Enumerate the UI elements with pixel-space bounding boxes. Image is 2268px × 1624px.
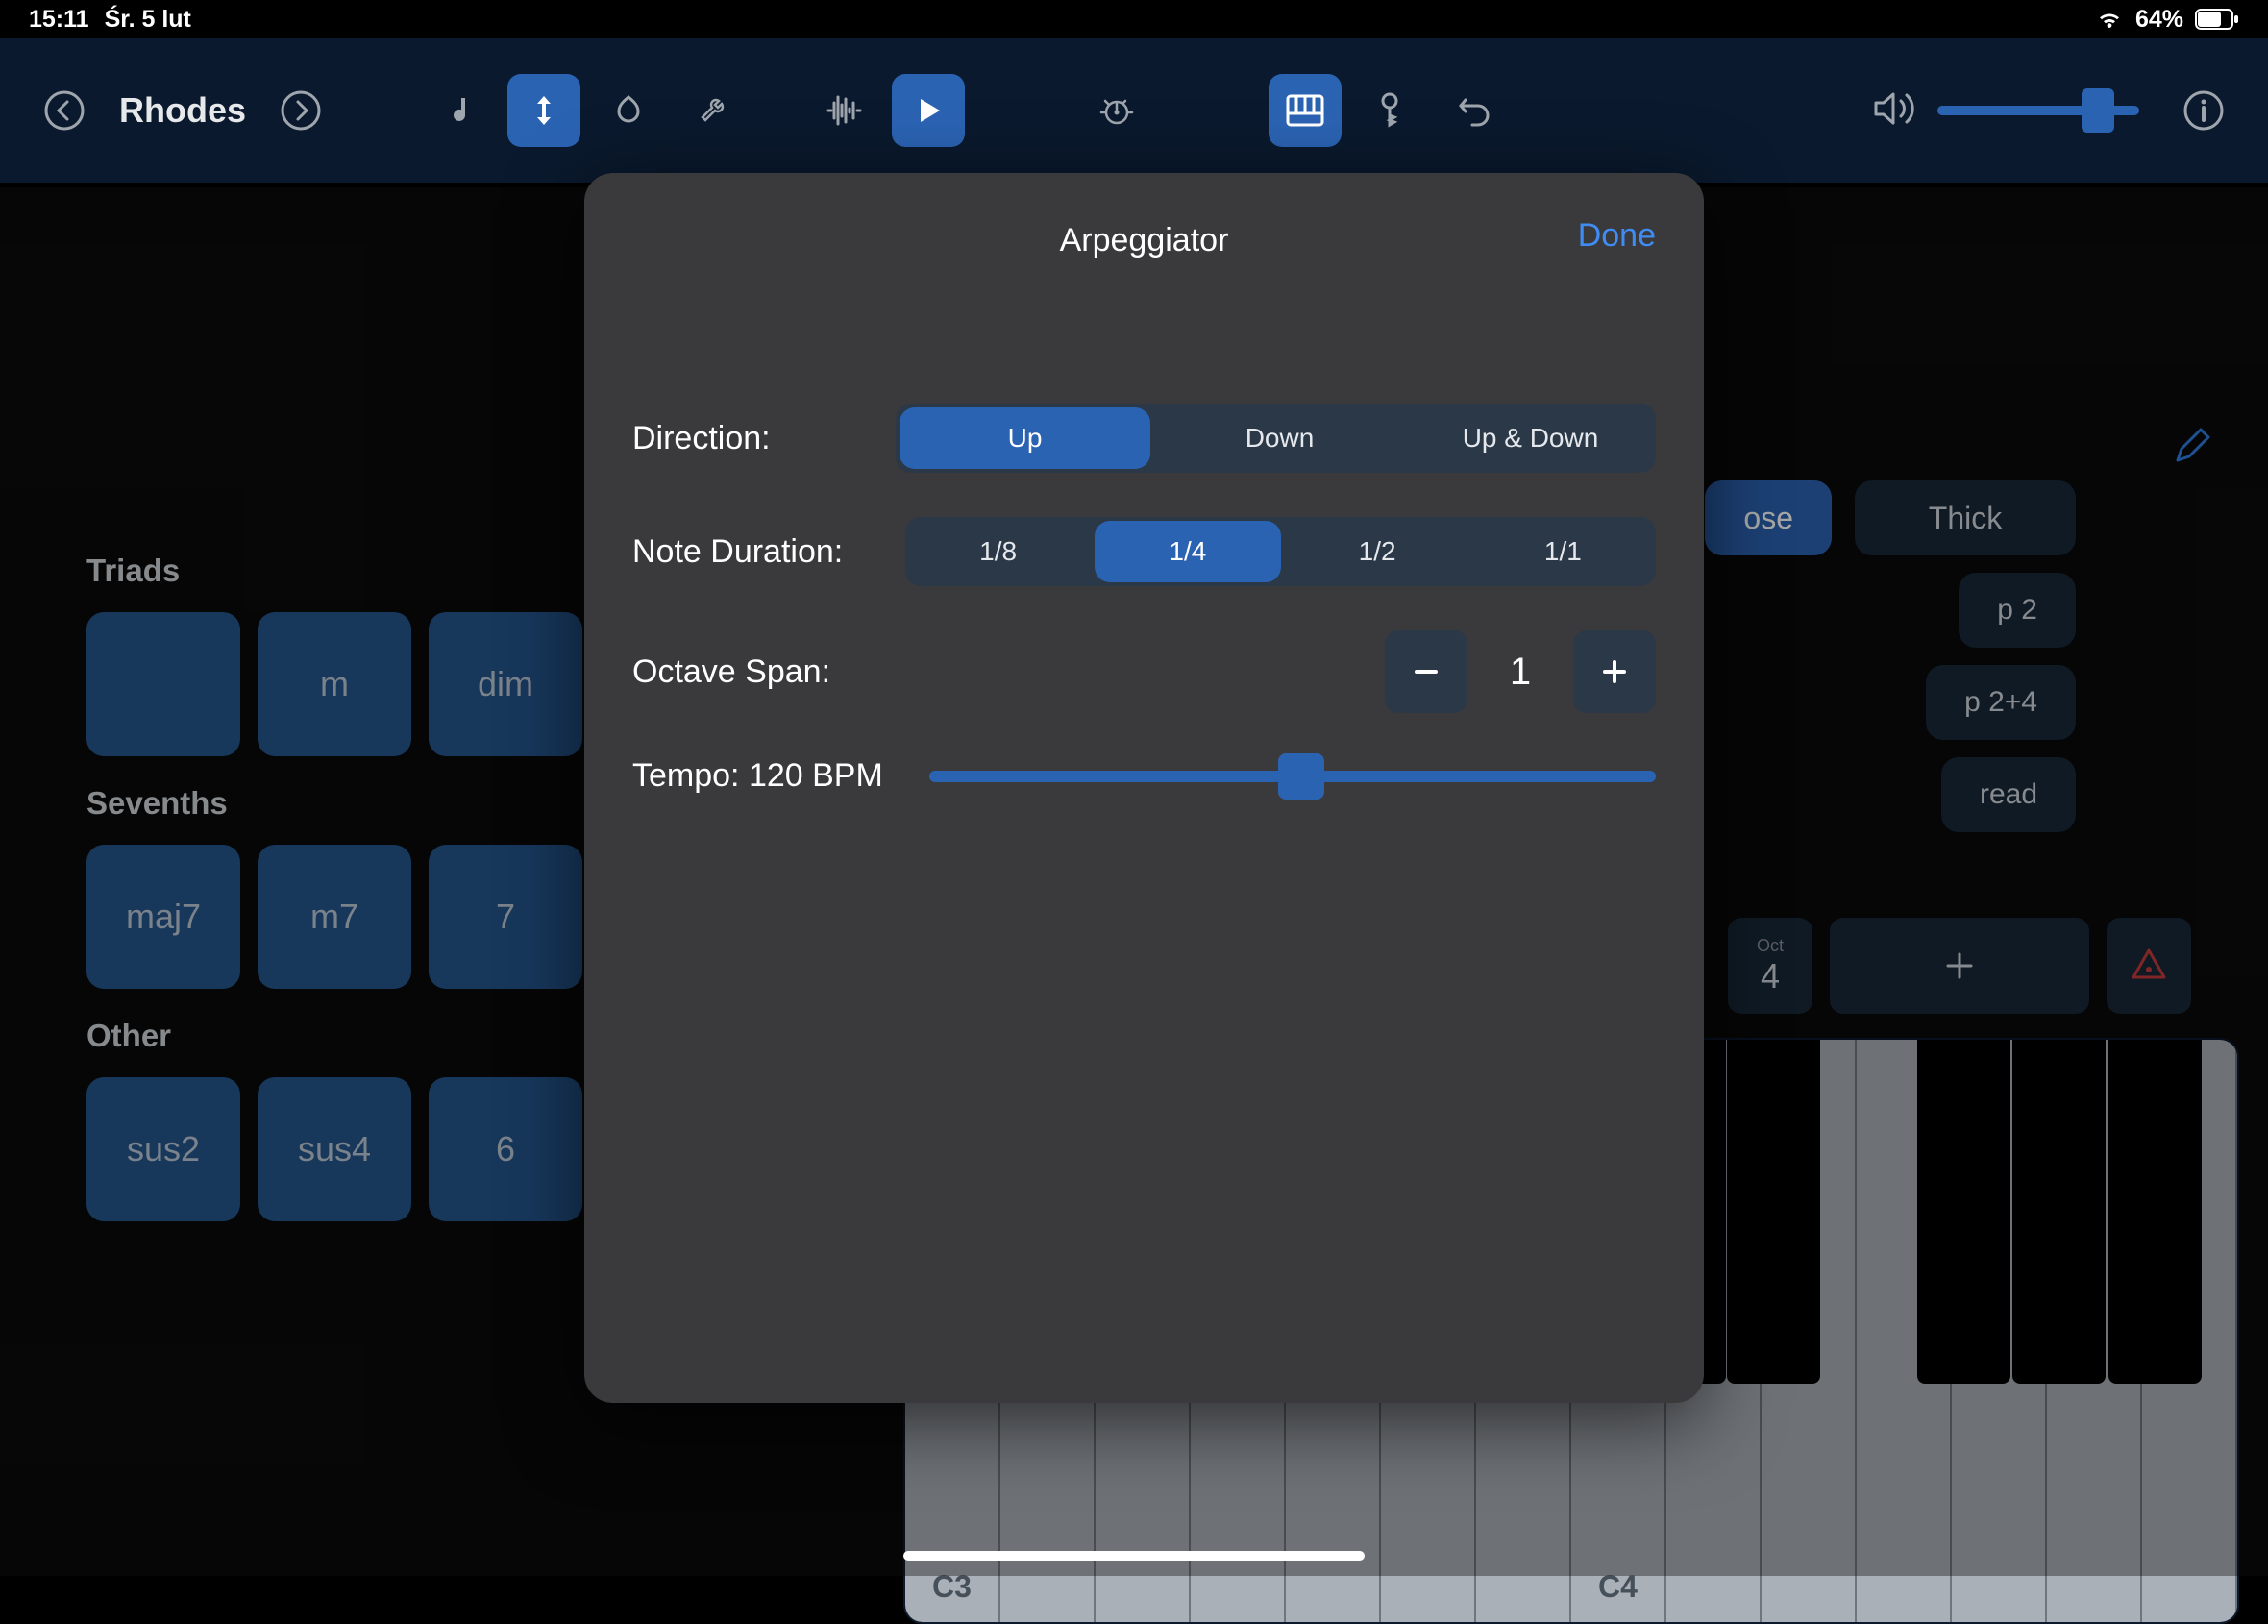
- duration-1-8[interactable]: 1/8: [905, 517, 1091, 586]
- undo-button[interactable]: [1438, 74, 1511, 147]
- top-toolbar: Rhodes: [0, 38, 2268, 183]
- duration-1-4[interactable]: 1/4: [1095, 521, 1280, 582]
- instrument-name[interactable]: Rhodes: [119, 90, 246, 131]
- wifi-icon: [2095, 9, 2124, 30]
- direction-up[interactable]: Up: [900, 407, 1150, 469]
- home-indicator[interactable]: [903, 1551, 1365, 1561]
- haptics-button[interactable]: [592, 74, 665, 147]
- octave-plus-button[interactable]: [1573, 630, 1656, 713]
- tempo-slider[interactable]: [929, 771, 1656, 782]
- duration-1-1[interactable]: 1/1: [1470, 517, 1656, 586]
- status-bar: 15:11 Śr. 5 lut 64%: [0, 0, 2268, 38]
- status-time: 15:11: [29, 6, 89, 34]
- info-button[interactable]: [2178, 85, 2230, 136]
- next-instrument-button[interactable]: [275, 85, 327, 136]
- done-button[interactable]: Done: [1578, 217, 1656, 255]
- play-button[interactable]: [892, 74, 965, 147]
- direction-label: Direction:: [632, 420, 873, 457]
- scroll-mode-button[interactable]: [507, 74, 580, 147]
- tempo-label: Tempo: 120 BPM: [632, 757, 883, 795]
- note-mode-button[interactable]: [423, 74, 496, 147]
- volume-slider[interactable]: [1937, 106, 2139, 115]
- arpeggiator-modal: Arpeggiator Done Direction: Up Down Up &…: [584, 173, 1704, 1403]
- settings-button[interactable]: [677, 74, 750, 147]
- waveform-button[interactable]: [807, 74, 880, 147]
- volume-thumb[interactable]: [2082, 88, 2114, 133]
- octave-span-value: 1: [1467, 651, 1573, 694]
- direction-down[interactable]: Down: [1154, 404, 1405, 473]
- metronome-button[interactable]: [1080, 74, 1153, 147]
- duration-1-2[interactable]: 1/2: [1285, 517, 1470, 586]
- volume-control: [1872, 89, 2139, 133]
- volume-icon: [1872, 89, 1918, 133]
- octave-span-label: Octave Span:: [632, 653, 830, 691]
- piano-view-button[interactable]: [1269, 74, 1342, 147]
- battery-icon: [2195, 9, 2239, 30]
- direction-updown[interactable]: Up & Down: [1405, 404, 1656, 473]
- duration-label: Note Duration:: [632, 533, 882, 571]
- key-button[interactable]: [1353, 74, 1426, 147]
- octave-minus-button[interactable]: [1385, 630, 1467, 713]
- prev-instrument-button[interactable]: [38, 85, 90, 136]
- status-battery-pct: 64%: [2135, 6, 2183, 34]
- tempo-thumb[interactable]: [1278, 753, 1324, 800]
- status-date: Śr. 5 lut: [105, 6, 191, 34]
- direction-segmented[interactable]: Up Down Up & Down: [896, 404, 1656, 473]
- octave-stepper: 1: [1385, 630, 1656, 713]
- duration-segmented[interactable]: 1/8 1/4 1/2 1/1: [905, 517, 1656, 586]
- modal-title: Arpeggiator: [1060, 222, 1229, 259]
